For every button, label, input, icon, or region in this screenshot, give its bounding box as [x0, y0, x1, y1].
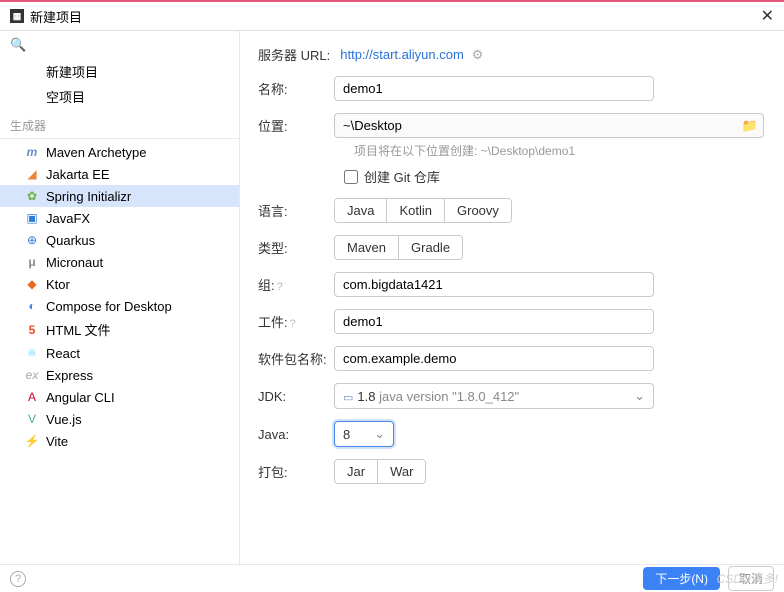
server-url-label: 服务器 URL:	[258, 45, 330, 64]
sidebar-item[interactable]: m Maven Archetype	[0, 141, 239, 163]
language-label: 语言:	[258, 201, 334, 220]
sidebar-item-label: Ktor	[46, 277, 70, 292]
chevron-down-icon: ⌄	[634, 388, 645, 404]
window-title: 新建项目	[30, 7, 82, 26]
spring-initializr-icon: ✿	[24, 188, 40, 204]
express-icon: ex	[24, 367, 40, 383]
sidebar-item[interactable]: V Vue.js	[0, 408, 239, 430]
sidebar-item-label: Spring Initializr	[46, 189, 131, 204]
location-label: 位置:	[258, 116, 334, 135]
sidebar-item[interactable]: ⊕ Quarkus	[0, 229, 239, 251]
sidebar-item-label: JavaFX	[46, 211, 90, 226]
git-checkbox[interactable]	[344, 170, 358, 184]
java-select[interactable]: 8 ⌄	[334, 421, 394, 447]
package-input[interactable]	[334, 346, 654, 371]
title-bar: ▦ 新建项目 ✕	[0, 2, 784, 31]
help-icon[interactable]: ?	[290, 318, 296, 330]
angular-cli-icon: A	[24, 389, 40, 405]
chevron-down-icon: ⌄	[374, 426, 385, 442]
sidebar: 🔍 新建项目新建项目空项目生成器mMaven Archetype◢Jakarta…	[0, 31, 240, 566]
sidebar-item-label: Angular CLI	[46, 390, 115, 405]
sidebar-item-label: HTML 文件	[46, 320, 111, 339]
app-icon: ▦	[10, 9, 24, 23]
next-button[interactable]: 下一步(N)	[643, 567, 720, 590]
sidebar-item[interactable]: 新建项目	[0, 59, 239, 84]
sidebar-item-label: Maven Archetype	[46, 145, 146, 160]
packaging-group: JarWar	[334, 459, 426, 484]
sidebar-item-label: Quarkus	[46, 233, 95, 248]
新建项目-icon	[24, 64, 40, 80]
folder-small-icon: ▭	[343, 392, 353, 404]
type-option-maven[interactable]: Maven	[335, 236, 399, 259]
location-hint: 项目将在以下位置创建: ~\Desktop\demo1	[354, 144, 575, 158]
sidebar-item[interactable]: A Angular CLI	[0, 386, 239, 408]
packaging-option-jar[interactable]: Jar	[335, 460, 378, 483]
artifact-input[interactable]	[334, 309, 654, 334]
group-input[interactable]	[334, 272, 654, 297]
sidebar-item-label: Vue.js	[46, 412, 82, 427]
sidebar-item[interactable]: μ Micronaut	[0, 251, 239, 273]
help-icon[interactable]: ?	[277, 281, 283, 293]
cancel-button[interactable]: 取消	[728, 566, 774, 591]
packaging-option-war[interactable]: War	[378, 460, 425, 483]
form-panel: 服务器 URL: http://start.aliyun.com ⚙ 名称: 位…	[240, 31, 784, 566]
sidebar-item[interactable]: 5 HTML 文件	[0, 317, 239, 342]
vue.js-icon: V	[24, 411, 40, 427]
language-option-groovy[interactable]: Groovy	[445, 199, 511, 222]
location-input[interactable]	[334, 113, 764, 138]
sidebar-item[interactable]: ⚛ React	[0, 342, 239, 364]
sidebar-item[interactable]: ex Express	[0, 364, 239, 386]
sidebar-item[interactable]: ⚡ Vite	[0, 430, 239, 452]
language-option-java[interactable]: Java	[335, 199, 387, 222]
gear-icon[interactable]: ⚙	[472, 47, 484, 63]
jakarta-ee-icon: ◢	[24, 166, 40, 182]
ktor-icon: ◆	[24, 276, 40, 292]
type-group: MavenGradle	[334, 235, 463, 260]
vite-icon: ⚡	[24, 433, 40, 449]
packaging-label: 打包:	[258, 462, 334, 481]
server-url-link[interactable]: http://start.aliyun.com	[340, 47, 464, 62]
sidebar-item[interactable]: ◐ Compose for Desktop	[0, 295, 239, 317]
name-input[interactable]	[334, 76, 654, 101]
react-icon: ⚛	[24, 345, 40, 361]
type-label: 类型:	[258, 238, 334, 257]
help-icon[interactable]: ?	[10, 571, 26, 587]
micronaut-icon: μ	[24, 254, 40, 270]
javafx-icon: ▣	[24, 210, 40, 226]
close-icon[interactable]: ✕	[761, 6, 774, 26]
jdk-select[interactable]: ▭1.8 java version "1.8.0_412" ⌄	[334, 383, 654, 409]
git-label: 创建 Git 仓库	[364, 167, 440, 186]
sidebar-item-label: Jakarta EE	[46, 167, 110, 182]
artifact-label: 工件:?	[258, 312, 334, 331]
sidebar-item-label: React	[46, 346, 80, 361]
type-option-gradle[interactable]: Gradle	[399, 236, 462, 259]
quarkus-icon: ⊕	[24, 232, 40, 248]
sidebar-item[interactable]: ✿ Spring Initializr	[0, 185, 239, 207]
sidebar-item-label: Express	[46, 368, 93, 383]
maven-archetype-icon: m	[24, 144, 40, 160]
language-option-kotlin[interactable]: Kotlin	[387, 199, 445, 222]
search-icon[interactable]: 🔍	[10, 37, 26, 53]
footer-bar: ? 下一步(N) 取消	[0, 564, 784, 592]
language-group: JavaKotlinGroovy	[334, 198, 512, 223]
sidebar-item-label: Micronaut	[46, 255, 103, 270]
sidebar-item-label: 空项目	[46, 87, 85, 106]
html-文件-icon: 5	[24, 322, 40, 338]
空项目-icon	[24, 89, 40, 105]
sidebar-item[interactable]: ◢ Jakarta EE	[0, 163, 239, 185]
jdk-label: JDK:	[258, 389, 334, 404]
sidebar-item-label: Vite	[46, 434, 68, 449]
sidebar-item-label: Compose for Desktop	[46, 299, 172, 314]
package-label: 软件包名称:	[258, 349, 334, 368]
sidebar-item[interactable]: 空项目	[0, 84, 239, 109]
sidebar-item-label: 新建项目	[46, 62, 98, 81]
sidebar-category-header: 生成器	[0, 111, 239, 139]
name-label: 名称:	[258, 79, 334, 98]
compose-for-desktop-icon: ◐	[24, 298, 40, 314]
group-label: 组:?	[258, 275, 334, 294]
java-label: Java:	[258, 427, 334, 442]
folder-icon[interactable]: 📁	[742, 118, 758, 134]
sidebar-item[interactable]: ◆ Ktor	[0, 273, 239, 295]
sidebar-item[interactable]: ▣ JavaFX	[0, 207, 239, 229]
